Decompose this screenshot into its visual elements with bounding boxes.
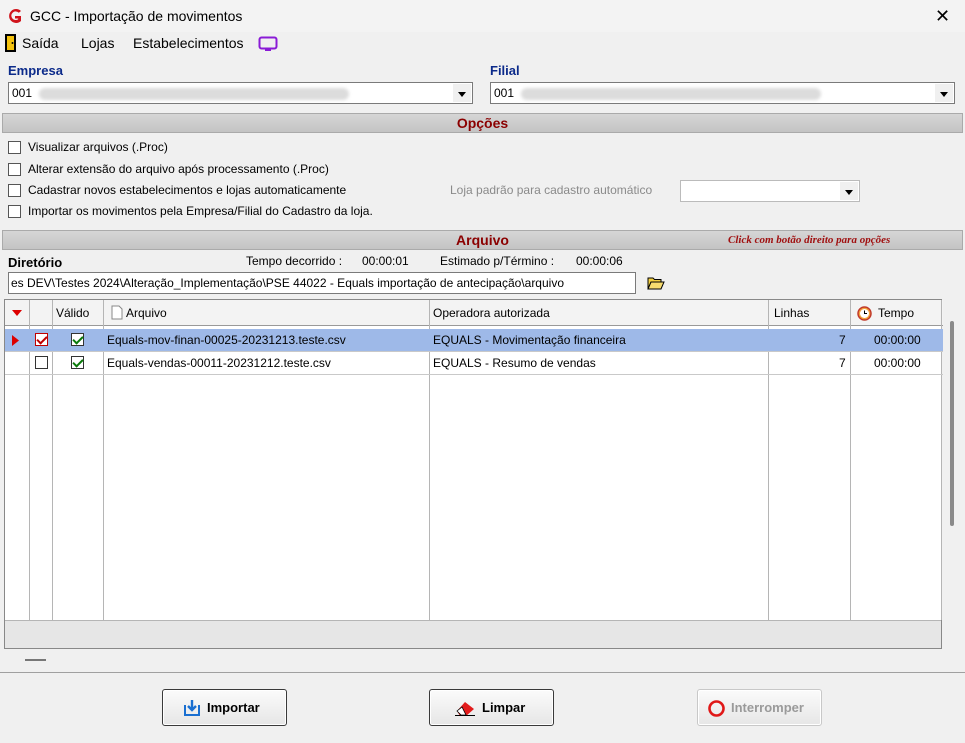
current-row-icon	[12, 335, 19, 346]
register-new-label: Cadastrar novos estabelecimentos e lojas…	[28, 183, 347, 197]
file-grid: Válido Arquivo Operadora autorizada Linh…	[4, 299, 943, 649]
directory-path-input[interactable]: es DEV\Testes 2024\Alteração_Implementaç…	[8, 272, 636, 294]
window-title: GCC - Importação de movimentos	[30, 8, 243, 24]
col-file[interactable]: Arquivo	[126, 306, 167, 320]
import-by-checkbox[interactable]	[8, 205, 21, 218]
eraser-icon	[455, 702, 475, 716]
elapsed-value: 00:00:01	[362, 254, 409, 268]
table-row[interactable]: Equals-vendas-00011-20231212.teste.csv E…	[5, 352, 943, 375]
branch-label: Filial	[490, 63, 520, 78]
grid-scrollbar[interactable]	[944, 299, 962, 649]
stop-button[interactable]: Interromper	[697, 689, 822, 726]
default-store-select[interactable]	[680, 180, 860, 202]
estimate-label: Estimado p/Término :	[440, 254, 555, 268]
cell-operator: EQUALS - Resumo de vendas	[433, 356, 596, 370]
grid-header: Válido Arquivo Operadora autorizada Linh…	[5, 300, 943, 326]
chevron-down-icon[interactable]	[935, 84, 953, 102]
col-lines[interactable]: Linhas	[774, 306, 809, 320]
exit-door-icon[interactable]	[4, 33, 18, 53]
register-new-checkbox[interactable]	[8, 184, 21, 197]
valid-checkbox	[71, 356, 84, 369]
grid-footer	[5, 620, 941, 648]
cell-time: 00:00:00	[874, 356, 921, 370]
branch-value: 001	[494, 86, 515, 100]
divider	[0, 672, 965, 673]
default-store-label: Loja padrão para cadastro automático	[450, 183, 653, 197]
col-valid[interactable]: Válido	[56, 306, 89, 320]
estimate-value: 00:00:06	[576, 254, 623, 268]
row-select-checkbox[interactable]	[35, 356, 48, 369]
row-select-checkbox[interactable]	[35, 333, 48, 346]
elapsed-label: Tempo decorrido :	[246, 254, 343, 268]
company-select[interactable]: 001	[8, 82, 473, 104]
import-button[interactable]: Importar	[162, 689, 287, 726]
stop-label: Interromper	[731, 700, 804, 715]
file-header-title: Arquivo	[456, 232, 509, 248]
menu-stores[interactable]: Lojas	[81, 35, 114, 51]
chevron-down-icon[interactable]	[840, 182, 858, 200]
cell-file: Equals-mov-finan-00025-20231213.teste.cs…	[107, 333, 346, 347]
branch-select[interactable]: 001	[490, 82, 955, 104]
menu-exit[interactable]: Saída	[22, 35, 59, 51]
table-row[interactable]: Equals-mov-finan-00025-20231213.teste.cs…	[5, 329, 943, 352]
menu-bar: Saída Lojas Estabelecimentos	[0, 33, 965, 55]
clear-label: Limpar	[482, 700, 526, 715]
alarm-clock-icon	[857, 306, 872, 321]
change-ext-label: Alterar extensão do arquivo após process…	[28, 162, 329, 176]
cell-time: 00:00:00	[874, 333, 921, 347]
menu-establishments[interactable]: Estabelecimentos	[133, 35, 244, 51]
import-by-label: Importar os movimentos pela Empresa/Fili…	[28, 204, 373, 218]
company-label: Empresa	[8, 63, 63, 78]
view-files-label: Visualizar arquivos (.Proc)	[28, 140, 168, 154]
sort-arrow-icon[interactable]	[12, 310, 22, 316]
change-ext-checkbox[interactable]	[8, 163, 21, 176]
chevron-down-icon[interactable]	[453, 84, 471, 102]
company-value: 001	[12, 86, 33, 100]
cell-operator: EQUALS - Movimentação financeira	[433, 333, 626, 347]
scrollbar-thumb[interactable]	[950, 321, 954, 526]
view-files-checkbox[interactable]	[8, 141, 21, 154]
clear-button[interactable]: Limpar	[429, 689, 554, 726]
file-icon	[111, 305, 123, 320]
company-name-redacted	[39, 88, 349, 100]
branch-name-redacted	[521, 88, 821, 100]
directory-label: Diretório	[8, 255, 63, 270]
folder-open-icon[interactable]	[647, 276, 665, 290]
options-header: Opções	[2, 113, 963, 133]
import-label: Importar	[207, 700, 260, 715]
app-logo-icon	[9, 9, 21, 23]
close-button[interactable]: ✕	[920, 0, 965, 32]
cell-lines: 7	[839, 333, 846, 347]
col-time[interactable]: Tempo	[878, 306, 914, 320]
right-click-hint: Click com botão direito para opções	[728, 234, 891, 246]
download-icon	[184, 700, 200, 716]
col-operator[interactable]: Operadora autorizada	[433, 306, 550, 320]
monitor-icon[interactable]	[258, 36, 278, 52]
cell-file: Equals-vendas-00011-20231212.teste.csv	[107, 356, 331, 370]
cell-lines: 7	[839, 356, 846, 370]
stop-icon	[708, 700, 725, 717]
splitter-handle[interactable]	[25, 659, 46, 661]
directory-path-text: es DEV\Testes 2024\Alteração_Implementaç…	[11, 276, 564, 290]
valid-checkbox	[71, 333, 84, 346]
